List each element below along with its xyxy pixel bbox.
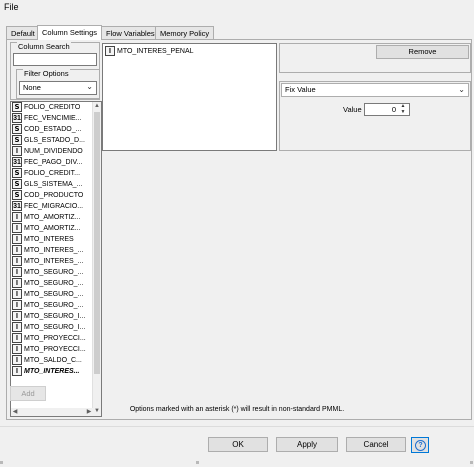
value-label: Value: [343, 105, 362, 114]
remove-button[interactable]: Remove: [376, 45, 469, 59]
column-list-item[interactable]: S COD_ESTADO_...: [11, 124, 93, 135]
column-list-item[interactable]: I NUM_DIVIDENDO: [11, 146, 93, 157]
cancel-button[interactable]: Cancel: [346, 437, 406, 452]
tab-flow-variables[interactable]: Flow Variables: [101, 26, 160, 40]
integer-type-icon: I: [12, 322, 22, 332]
column-list-item[interactable]: I MTO_PROYECCI...: [11, 333, 93, 344]
tab-memory-policy[interactable]: Memory Policy: [155, 26, 215, 40]
integer-type-icon: I: [12, 289, 22, 299]
tab-column-settings[interactable]: Column Settings: [37, 25, 103, 40]
apply-button[interactable]: Apply: [276, 437, 338, 452]
column-list[interactable]: S FOLIO_CREDITO 31 FEC_VENCIMIE... S COD_ES…: [10, 101, 102, 417]
integer-type-icon: I: [12, 223, 22, 233]
column-search-label: Column Search: [17, 42, 71, 51]
integer-type-icon: I: [12, 278, 22, 288]
column-list-item[interactable]: I MTO_INTERES_...: [11, 256, 93, 267]
tab-default[interactable]: Default: [6, 26, 40, 40]
value-spinner[interactable]: 0 ▲ ▼: [364, 103, 410, 116]
column-list-item[interactable]: I MTO_SEGURO_...: [11, 267, 93, 278]
string-type-icon: S: [12, 135, 22, 145]
integer-type-icon: I: [12, 212, 22, 222]
filter-options-select[interactable]: None ⌄: [19, 81, 97, 95]
status-strip: [0, 459, 474, 467]
column-search-input[interactable]: [13, 53, 97, 66]
integer-type-icon: I: [12, 333, 22, 343]
filter-selected-value: None: [23, 83, 41, 92]
chevron-down-icon: ⌄: [86, 82, 93, 91]
column-list-item[interactable]: S COD_PRODUCTO: [11, 190, 93, 201]
column-list-item[interactable]: 31 FEC_MIGRACIO...: [11, 201, 93, 212]
column-list-item[interactable]: I MTO_SEGURO_...: [11, 300, 93, 311]
resize-grip-dot: [470, 461, 473, 464]
column-list-item[interactable]: I MTO_PROYECCI...: [11, 344, 93, 355]
selected-columns-list[interactable]: I MTO_INTERES_PENAL: [102, 43, 277, 151]
string-type-icon: S: [12, 179, 22, 189]
column-list-item[interactable]: 31 FEC_VENCIMIE...: [11, 113, 93, 124]
filter-options-group: Filter Options None ⌄: [16, 69, 100, 99]
missing-value-config: Fix Value ⌄ Value 0 ▲ ▼: [279, 81, 471, 151]
string-type-icon: S: [12, 102, 22, 112]
column-list-item[interactable]: I MTO_SEGURO_I...: [11, 311, 93, 322]
string-type-icon: S: [12, 168, 22, 178]
integer-type-icon: I: [12, 300, 22, 310]
divider: [0, 426, 474, 427]
date-type-icon: 31: [12, 113, 22, 123]
column-list-item[interactable]: S FOLIO_CREDITO: [11, 102, 93, 113]
column-list-item[interactable]: I MTO_SEGURO_...: [11, 278, 93, 289]
resize-grip-dot: [0, 461, 3, 464]
scroll-thumb[interactable]: [94, 112, 100, 374]
column-list-item[interactable]: I MTO_AMORTIZ...: [11, 223, 93, 234]
spin-down-icon[interactable]: ▼: [398, 110, 408, 115]
column-search-group: Column Search Filter Options None ⌄: [10, 42, 100, 100]
column-list-item[interactable]: I MTO_INTERES...: [11, 366, 93, 377]
column-list-item[interactable]: S FOLIO_CREDIT...: [11, 168, 93, 179]
column-settings-panel: Column Search Filter Options None ⌄ S FOL…: [6, 39, 472, 420]
column-list-item[interactable]: I MTO_SEGURO_I...: [11, 322, 93, 333]
date-type-icon: 31: [12, 201, 22, 211]
filter-options-label: Filter Options: [23, 69, 70, 78]
help-icon: ?: [415, 440, 426, 451]
integer-type-icon: I: [12, 366, 22, 376]
date-type-icon: 31: [12, 157, 22, 167]
integer-type-icon: I: [12, 234, 22, 244]
scroll-up-icon[interactable]: ▲: [93, 102, 101, 111]
resize-grip-dot: [196, 461, 199, 464]
menu-bar: File: [0, 0, 474, 16]
integer-type-icon: I: [12, 146, 22, 156]
integer-type-icon: I: [105, 46, 115, 56]
missing-method-value: Fix Value: [285, 85, 316, 94]
column-list-item[interactable]: I MTO_INTERES_...: [11, 245, 93, 256]
string-type-icon: S: [12, 190, 22, 200]
column-list-vscrollbar[interactable]: ▲ ▼: [92, 102, 101, 416]
missing-method-select[interactable]: Fix Value ⌄: [281, 83, 469, 97]
integer-type-icon: I: [12, 245, 22, 255]
column-list-item[interactable]: S GLS_ESTADO_D...: [11, 135, 93, 146]
value-spinner-value: 0: [391, 105, 396, 114]
pmml-note: Options marked with an asterisk (*) will…: [129, 406, 345, 413]
remove-panel: Remove: [279, 43, 471, 73]
column-list-item[interactable]: I MTO_SEGURO_...: [11, 289, 93, 300]
integer-type-icon: I: [12, 355, 22, 365]
integer-type-icon: I: [12, 311, 22, 321]
add-button[interactable]: Add: [10, 386, 46, 401]
menu-file[interactable]: File: [4, 2, 19, 12]
column-list-item[interactable]: S GLS_SISTEMA_...: [11, 179, 93, 190]
string-type-icon: S: [12, 124, 22, 134]
integer-type-icon: I: [12, 344, 22, 354]
selected-column-item[interactable]: I MTO_INTERES_PENAL: [105, 46, 194, 57]
integer-type-icon: I: [12, 267, 22, 277]
column-list-item[interactable]: I MTO_INTERES: [11, 234, 93, 245]
help-button[interactable]: ?: [411, 437, 429, 453]
column-list-item[interactable]: I MTO_SALDO_C...: [11, 355, 93, 366]
chevron-down-icon: ⌄: [458, 85, 465, 94]
column-list-item[interactable]: 31 FEC_PAGO_DIV...: [11, 157, 93, 168]
ok-button[interactable]: OK: [208, 437, 268, 452]
column-list-item[interactable]: I MTO_AMORTIZ...: [11, 212, 93, 223]
integer-type-icon: I: [12, 256, 22, 266]
